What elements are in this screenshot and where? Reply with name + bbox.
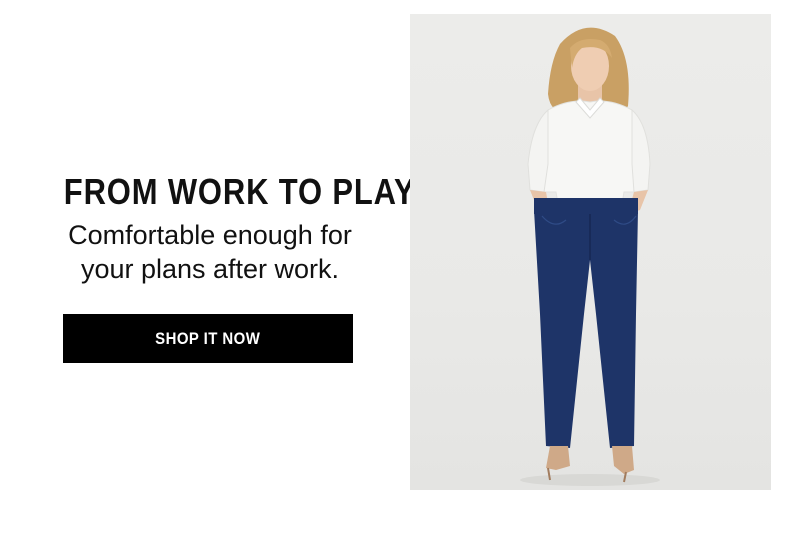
promo-subline: Comfortable enough for your plans after … <box>40 218 380 286</box>
shirt-sleeve-right <box>631 108 651 193</box>
promo-text-block: FROM WORK TO PLAY Comfortable enough for… <box>40 171 416 286</box>
product-photo[interactable] <box>410 14 771 490</box>
model-illustration <box>520 27 660 486</box>
shop-it-now-button-label: SHOP IT NOW <box>155 328 261 348</box>
shoe-right <box>612 446 634 474</box>
promo-subline-line-2: your plans after work. <box>80 254 340 284</box>
shoe-left <box>546 446 570 470</box>
floor-shadow <box>520 474 660 486</box>
promo-headline: FROM WORK TO PLAY <box>63 171 416 212</box>
promo-subline-line-1: Comfortable enough for <box>68 220 352 250</box>
shop-it-now-button[interactable]: SHOP IT NOW <box>63 314 353 363</box>
shirt-sleeve-left <box>527 108 549 193</box>
jeans <box>534 210 638 448</box>
